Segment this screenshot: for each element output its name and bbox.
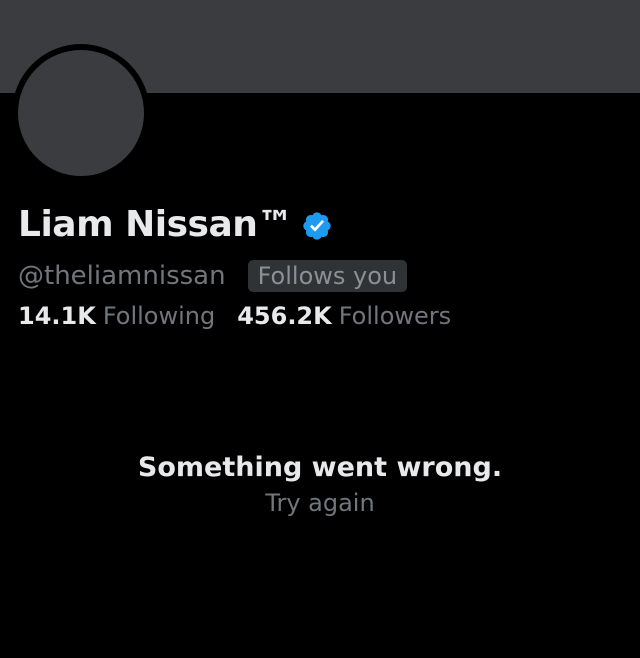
profile-name-row: Liam Nissan™ [18, 203, 333, 247]
following-label: Following [102, 302, 216, 330]
verified-badge-icon[interactable] [301, 210, 333, 242]
follows-you-badge: Follows you [247, 260, 408, 292]
followers-label: Followers [338, 302, 452, 330]
handle-row: @theliamnissan Follows you [18, 259, 408, 293]
avatar[interactable] [12, 44, 150, 182]
error-message-block: Something went wrong. Try again [0, 450, 640, 520]
followers-link[interactable]: 456.2K Followers [237, 300, 451, 332]
try-again-button[interactable]: Try again [0, 486, 640, 520]
followers-count: 456.2K [237, 302, 332, 330]
following-count: 14.1K [18, 302, 96, 330]
profile-handle: @theliamnissan [18, 261, 226, 291]
error-message: Something went wrong. [137, 452, 503, 483]
following-link[interactable]: 14.1K Following [18, 300, 215, 332]
display-name: Liam Nissan™ [18, 204, 293, 245]
follow-stats: 14.1K Following 456.2K Followers [18, 300, 473, 332]
